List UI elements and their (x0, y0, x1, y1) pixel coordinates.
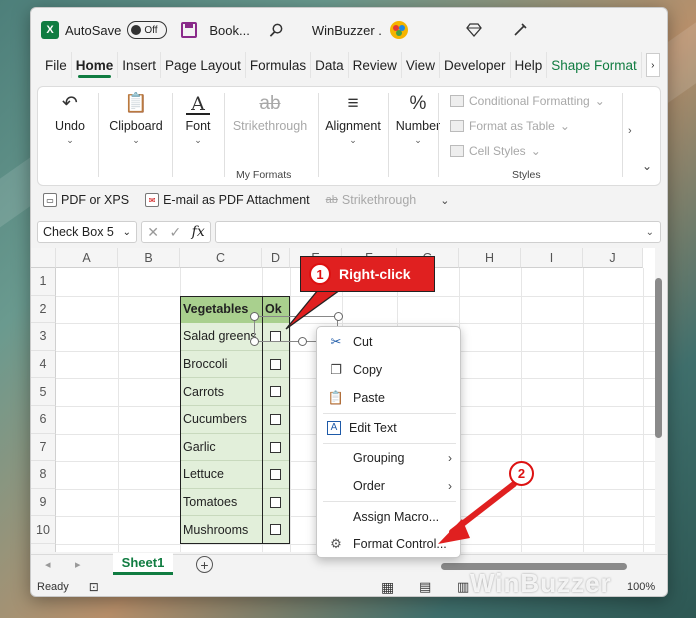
callout-pointer (285, 289, 517, 544)
step1-text: Right-click (339, 266, 411, 282)
winbuzzer-watermark: WinBuzzer (470, 568, 612, 598)
step1-badge: 1 (309, 263, 331, 285)
step1-callout: 1 Right-click (300, 256, 435, 292)
step2-badge: 2 (509, 461, 534, 486)
